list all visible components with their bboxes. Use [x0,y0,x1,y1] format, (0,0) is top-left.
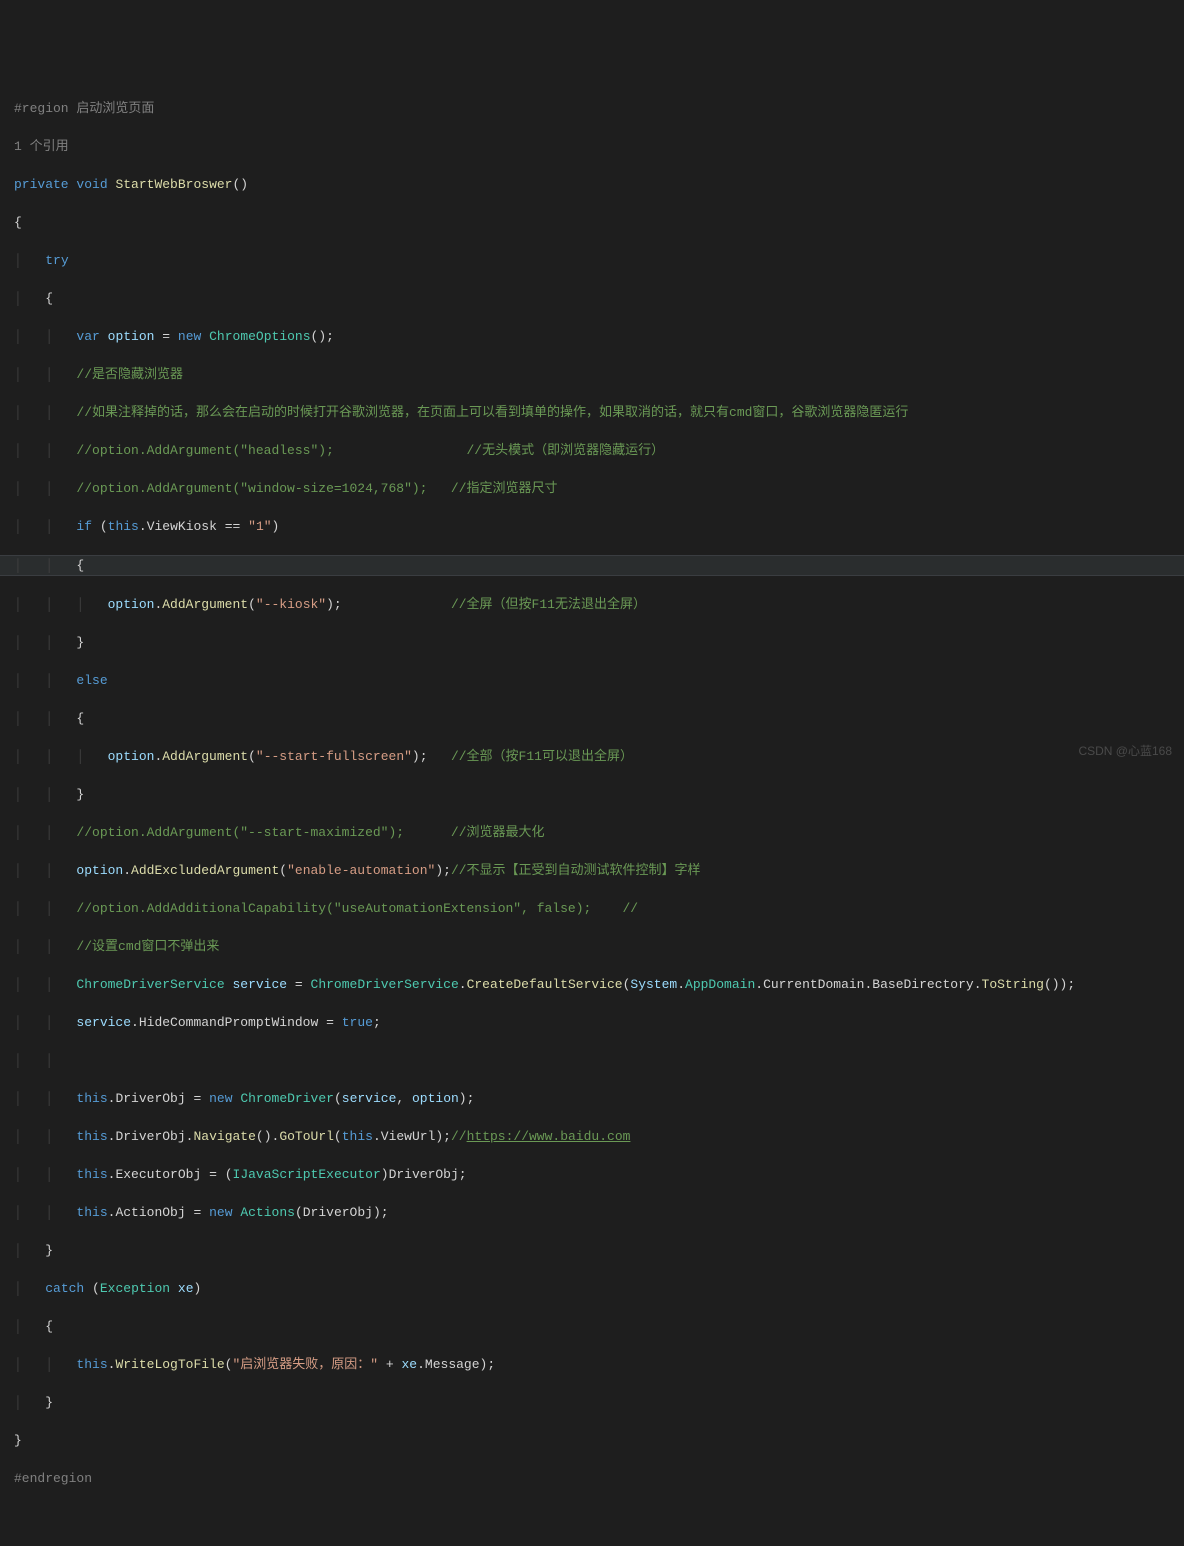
line-else-close: │ │ } [0,785,1184,804]
line-method-close: } [0,1431,1184,1450]
line-excluded: │ │ option.AddExcludedArgument("enable-a… [0,861,1184,880]
line-comment-winsize: │ │ //option.AddArgument("window-size=10… [0,479,1184,498]
line-references[interactable]: 1 个引用 [0,137,1184,156]
line-blank1: │ │ [0,1051,1184,1070]
line-hide-prompt: │ │ service.HideCommandPromptWindow = tr… [0,1013,1184,1032]
line-option-decl: │ │ var option = new ChromeOptions(); [0,327,1184,346]
line-driver-obj: │ │ this.DriverObj = new ChromeDriver(se… [0,1089,1184,1108]
line-catch-close: │ } [0,1393,1184,1412]
line-comment-max: │ │ //option.AddArgument("--start-maximi… [0,823,1184,842]
line-comment-explain: │ │ //如果注释掉的话，那么会在启动的时候打开谷歌浏览器，在页面上可以看到填… [0,403,1184,422]
url-link[interactable]: https://www.baidu.com [467,1129,631,1144]
line-endregion: #endregion [0,1469,1184,1488]
line-fullscreen: │ │ │ option.AddArgument("--start-fullsc… [0,747,1184,766]
line-comment-capability: │ │ //option.AddAdditionalCapability("us… [0,899,1184,918]
line-method-sig: private void StartWebBroswer() [0,175,1184,194]
line-else: │ │ else [0,671,1184,690]
line-service-decl: │ │ ChromeDriverService service = Chrome… [0,975,1184,994]
line-navigate: │ │ this.DriverObj.Navigate().GoToUrl(th… [0,1127,1184,1146]
line-brace-open: { [0,213,1184,232]
line-try-close: │ } [0,1241,1184,1260]
line-comment-hide: │ │ //是否隐藏浏览器 [0,365,1184,384]
line-try: │ try [0,251,1184,270]
line-kiosk: │ │ │ option.AddArgument("--kiosk"); //全… [0,595,1184,614]
line-if-brace: │ │ { [0,555,1184,576]
line-if: │ │ if (this.ViewKiosk == "1") [0,517,1184,536]
line-if-close: │ │ } [0,633,1184,652]
watermark: CSDN @心蓝168 [1078,742,1172,761]
line-region: #region 启动浏览页面 [0,99,1184,118]
line-executor: │ │ this.ExecutorObj = (IJavaScriptExecu… [0,1165,1184,1184]
line-catch: │ catch (Exception xe) [0,1279,1184,1298]
line-comment-headless: │ │ //option.AddArgument("headless"); //… [0,441,1184,460]
line-action: │ │ this.ActionObj = new Actions(DriverO… [0,1203,1184,1222]
code-editor[interactable]: #region 启动浏览页面 1 个引用 private void StartW… [0,80,1184,1507]
line-catch-brace: │ { [0,1317,1184,1336]
line-else-brace: │ │ { [0,709,1184,728]
line-writelog: │ │ this.WriteLogToFile("启浏览器失败，原因：" + x… [0,1355,1184,1374]
line-comment-cmd: │ │ //设置cmd窗口不弹出来 [0,937,1184,956]
line-try-brace: │ { [0,289,1184,308]
